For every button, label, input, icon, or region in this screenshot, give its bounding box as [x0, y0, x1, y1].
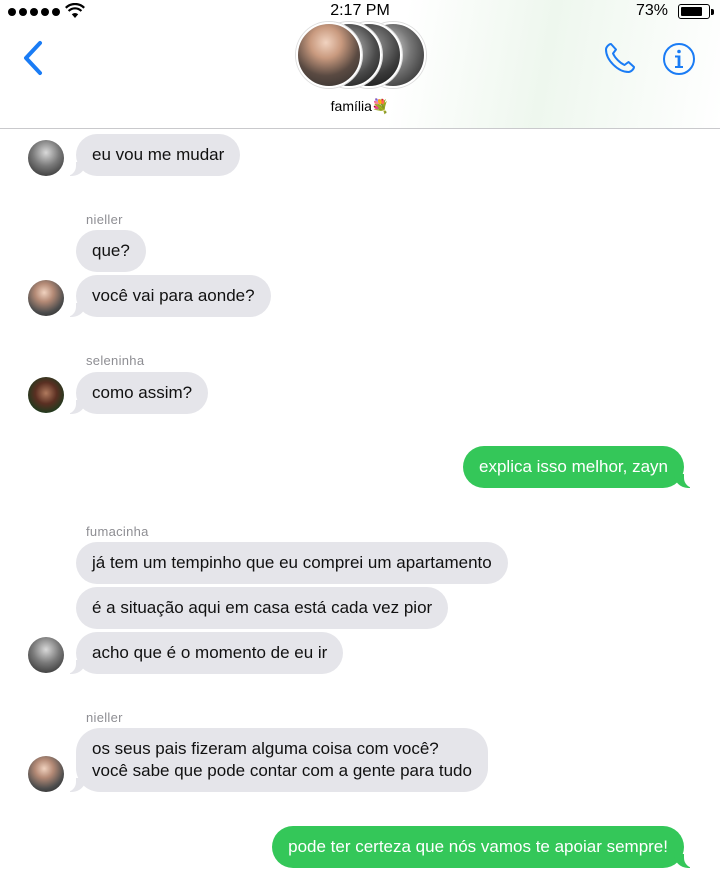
message-bubble[interactable]: você vai para aonde?: [66, 275, 271, 317]
sender-avatar[interactable]: [28, 280, 64, 316]
message-text: como assim?: [92, 383, 193, 402]
sender-avatar[interactable]: [28, 140, 64, 176]
message-bubble[interactable]: os seus pais fizeram alguma coisa com vo…: [66, 728, 488, 792]
group-name[interactable]: família💐: [0, 98, 720, 115]
message-text: que?: [92, 241, 130, 260]
message-text: eu vou me mudar: [92, 145, 225, 164]
status-bar: 2:17 PM 73%: [0, 0, 720, 24]
message-text: explica isso melhor, zayn: [479, 457, 668, 476]
message-text: acho que é o momento de eu ir: [92, 643, 328, 662]
battery-percentage: 73%: [635, 2, 668, 19]
sender-avatar[interactable]: [28, 756, 64, 792]
message-line: você sabe que pode contar com a gente pa…: [92, 761, 472, 780]
message-bubble[interactable]: é a situação aqui em casa está cada vez …: [76, 587, 449, 629]
status-time: 2:17 PM: [330, 2, 390, 19]
message-text: é a situação aqui em casa está cada vez …: [92, 598, 433, 617]
message-text: pode ter certeza que nós vamos te apoiar…: [288, 837, 668, 856]
message-bubble[interactable]: eu vou me mudar: [65, 134, 241, 176]
sender-avatar[interactable]: [28, 377, 64, 413]
phone-icon[interactable]: [602, 40, 638, 76]
sender-name: fumacinha: [86, 524, 149, 539]
info-icon[interactable]: [662, 42, 696, 76]
sender-name: nieller: [86, 212, 123, 227]
group-member-avatar: [296, 22, 362, 88]
message-bubble[interactable]: pode ter certeza que nós vamos te apoiar…: [272, 826, 694, 868]
message-text: você vai para aonde?: [92, 286, 255, 305]
battery-icon: [678, 4, 714, 19]
sender-avatar[interactable]: [28, 637, 64, 673]
message-bubble[interactable]: explica isso melhor, zayn: [463, 446, 694, 488]
message-bubble[interactable]: já tem um tempinho que eu comprei um apa…: [76, 542, 508, 584]
message-bubble[interactable]: acho que é o momento de eu ir: [65, 632, 344, 674]
sender-name: nieller: [86, 710, 123, 725]
group-avatars[interactable]: [296, 22, 426, 88]
sender-name: seleninha: [86, 353, 145, 368]
message-line: os seus pais fizeram alguma coisa com vo…: [92, 739, 439, 758]
message-bubble[interactable]: que?: [76, 230, 146, 272]
back-chevron-icon[interactable]: [18, 38, 48, 78]
message-text: já tem um tempinho que eu comprei um apa…: [92, 553, 492, 572]
message-bubble[interactable]: como assim?: [65, 372, 209, 414]
